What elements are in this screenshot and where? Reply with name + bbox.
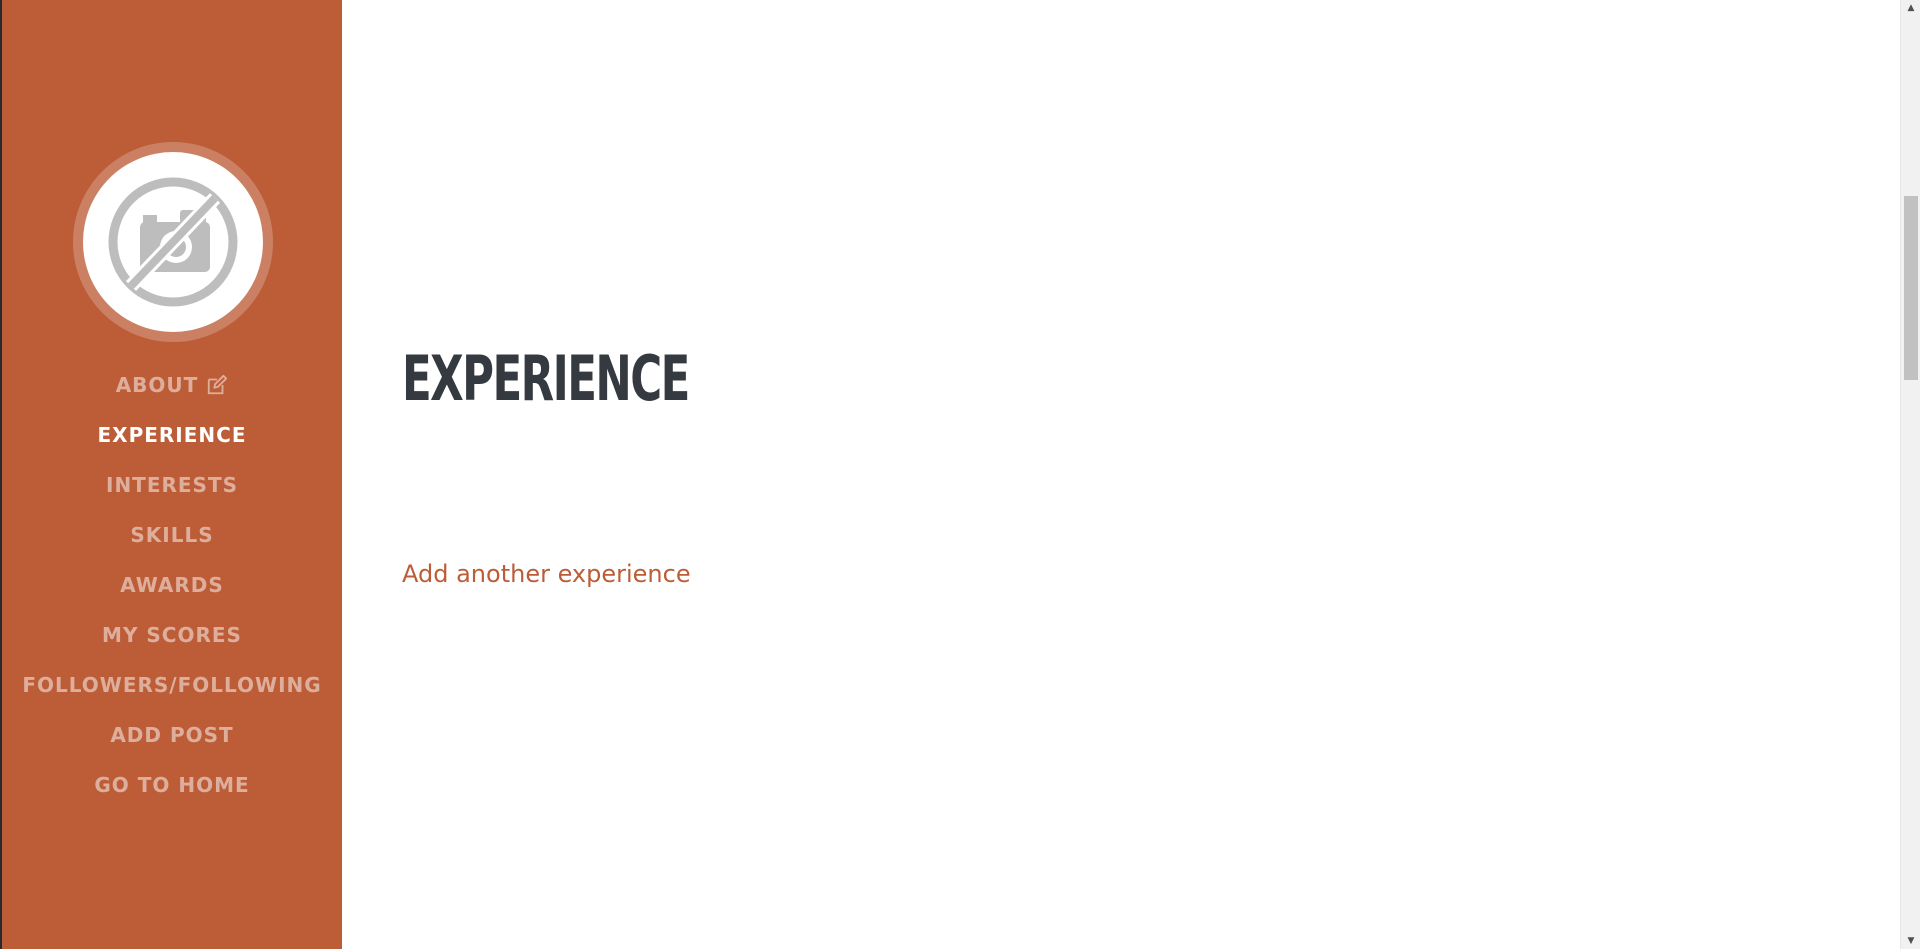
- nav-link-followers-following[interactable]: FOLLOWERS/FOLLOWING: [22, 673, 321, 697]
- nav-link-awards[interactable]: AWARDS: [120, 573, 224, 597]
- sidebar-item-about: ABOUT: [2, 360, 342, 410]
- page: ABOUT EXPERIENCE INTERESTS SKILLS AWARDS…: [0, 0, 1920, 949]
- scroll-up-arrow[interactable]: ▲: [1901, 0, 1920, 16]
- nav-link-skills[interactable]: SKILLS: [130, 523, 213, 547]
- nav-link-experience[interactable]: EXPERIENCE: [98, 423, 247, 447]
- section-title: EXPERIENCE: [402, 342, 690, 415]
- sidebar-item-label: AWARDS: [120, 573, 224, 597]
- sidebar-item-label: ABOUT: [115, 373, 199, 397]
- sidebar-item-add-post: ADD POST: [2, 710, 342, 760]
- sidebar-item-label: EXPERIENCE: [97, 423, 247, 447]
- nav-link-my-scores[interactable]: MY SCORES: [102, 623, 242, 647]
- sidebar-item-label: MY SCORES: [102, 623, 242, 647]
- sidebar-item-skills: SKILLS: [2, 510, 342, 560]
- edit-icon[interactable]: [206, 374, 228, 396]
- avatar[interactable]: [83, 152, 263, 332]
- sidebar-item-experience: EXPERIENCE: [2, 410, 342, 460]
- sidebar-item-label: ADD POST: [110, 723, 234, 747]
- sidebar-item-label: GO TO HOME: [94, 773, 250, 797]
- sidebar-nav: ABOUT EXPERIENCE INTERESTS SKILLS AWARDS…: [2, 360, 342, 810]
- sidebar-item-my-scores: MY SCORES: [2, 610, 342, 660]
- sidebar-item-label: FOLLOWERS/FOLLOWING: [22, 673, 322, 697]
- sidebar-item-followers-following: FOLLOWERS/FOLLOWING: [2, 660, 342, 710]
- vertical-scrollbar[interactable]: ▲ ▼: [1900, 0, 1920, 949]
- sidebar-item-awards: AWARDS: [2, 560, 342, 610]
- nav-link-add-post[interactable]: ADD POST: [110, 723, 233, 747]
- sidebar-item-interests: INTERESTS: [2, 460, 342, 510]
- nav-link-about[interactable]: ABOUT: [116, 373, 229, 397]
- scrollbar-thumb[interactable]: [1904, 196, 1918, 380]
- sidebar-item-go-to-home: GO TO HOME: [2, 760, 342, 810]
- sidebar: ABOUT EXPERIENCE INTERESTS SKILLS AWARDS…: [2, 0, 342, 949]
- nav-link-interests[interactable]: INTERESTS: [106, 473, 238, 497]
- add-experience-link[interactable]: Add another experience: [402, 560, 691, 588]
- no-photo-icon: [108, 177, 238, 307]
- scroll-down-arrow[interactable]: ▼: [1901, 933, 1920, 949]
- nav-link-go-to-home[interactable]: GO TO HOME: [94, 773, 249, 797]
- sidebar-item-label: INTERESTS: [106, 473, 238, 497]
- avatar-ring: [73, 142, 273, 342]
- main-content: EXPERIENCE Add another experience: [342, 0, 1900, 949]
- sidebar-item-label: SKILLS: [130, 523, 214, 547]
